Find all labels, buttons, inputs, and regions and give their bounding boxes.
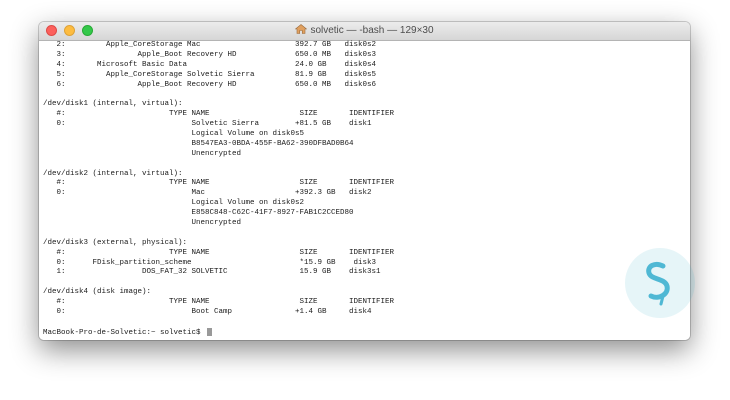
terminal-line: Unencrypted [43,149,242,158]
terminal-line: 3: Apple_Boot Recovery HD 650.0 MB disk0… [43,50,377,59]
terminal-line: #: TYPE NAME SIZE IDENTIFIER [43,248,395,257]
terminal-line: 5: Apple_CoreStorage Solvetic Sierra 81.… [43,70,377,79]
terminal-line: #: TYPE NAME SIZE IDENTIFIER [43,179,395,188]
terminal-line: /dev/disk4 (disk image): [43,288,152,297]
terminal-line: E858C848-C62C-41F7-8927-FAB1C2CCED80 [43,209,354,218]
terminal-line: 0: Boot Camp +1.4 GB disk4 [43,308,372,317]
watermark-logo [625,248,695,318]
window-title: solvetic — -bash — 129×30 [310,25,434,36]
terminal-line: #: TYPE NAME SIZE IDENTIFIER [43,298,395,307]
title-bar[interactable]: solvetic — -bash — 129×30 [39,22,690,41]
terminal-line: Logical Volume on disk0s5 [43,130,305,139]
terminal-line: 0: FDisk_partition_scheme *15.9 GB disk3 [43,258,377,267]
terminal-line: 0: Mac +392.3 GB disk2 [43,189,372,198]
terminal-line: 1: DOS_FAT_32 SOLVETIC 15.9 GB disk3s1 [43,268,381,277]
terminal-line: 2: Apple_CoreStorage Mac 392.7 GB disk0s… [43,41,377,49]
terminal-line: Logical Volume on disk0s2 [43,199,305,208]
terminal-window: solvetic — -bash — 129×30 2: Apple_CoreS… [39,22,690,340]
terminal-line: 0: Solvetic Sierra +81.5 GB disk1 [43,120,372,129]
terminal-line: /dev/disk2 (internal, virtual): [43,169,183,178]
text-cursor [207,327,213,336]
terminal-line: B8547EA3-0BDA-455F-BA62-390DFBAD0B64 [43,139,354,148]
home-folder-icon [295,24,308,35]
terminal-line: 6: Apple_Boot Recovery HD 650.0 MB disk0… [43,80,377,89]
terminal-line: #: TYPE NAME SIZE IDENTIFIER [43,110,395,119]
window-title-container: solvetic — -bash — 129×30 [39,22,690,40]
terminal-line: 4: Microsoft Basic Data 24.0 GB disk0s4 [43,60,377,69]
terminal-line: /dev/disk3 (external, physical): [43,238,188,247]
terminal-line: /dev/disk1 (internal, virtual): [43,100,183,109]
terminal-output[interactable]: 2: Apple_CoreStorage Mac 392.7 GB disk0s… [39,41,690,340]
shell-prompt-line[interactable]: MacBook-Pro-de-Solvetic:~ solvetic$ [43,327,690,338]
terminal-line: Unencrypted [43,219,242,228]
